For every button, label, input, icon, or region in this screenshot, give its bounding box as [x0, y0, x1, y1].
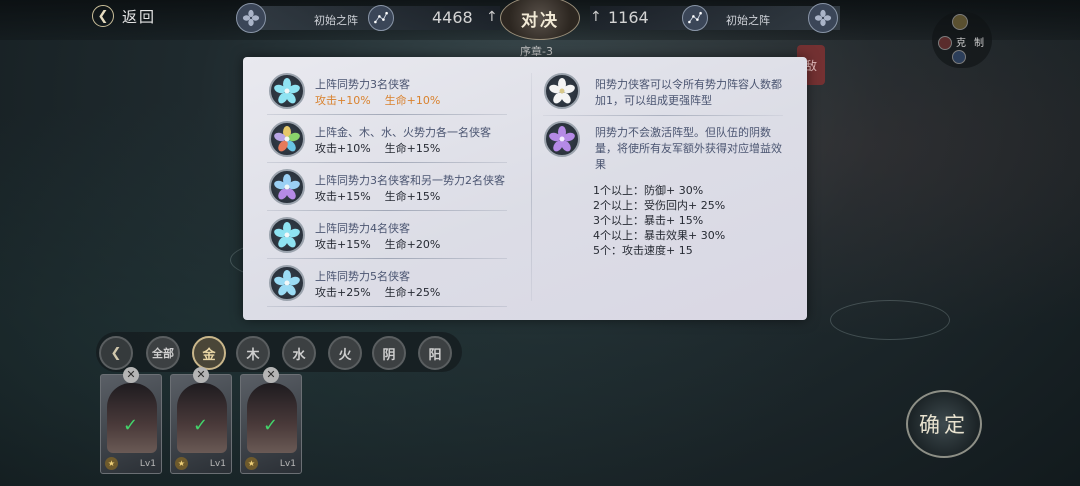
collapse-filter-button[interactable]: ❮: [99, 336, 133, 370]
hero-card[interactable]: ✓ ★ Lv1: [240, 374, 302, 474]
hero-level: Lv1: [209, 459, 226, 469]
flower-icon: [269, 121, 305, 157]
hp-bonus: 生命+15%: [384, 142, 441, 155]
bond-row: 上阵同势力3名侠客 攻击+10% 生命+10%: [267, 67, 507, 115]
yang-description: 阳势力侠客可以令所有势力阵容人数都加1，可以组成更强阵型: [595, 78, 782, 107]
attack-bonus: 攻击+10%: [315, 94, 371, 107]
player-power: 4468: [432, 8, 473, 27]
counter-label-a: 克: [956, 38, 966, 49]
hero-card[interactable]: ✓ ★ Lv1: [100, 374, 162, 474]
water-element-icon: [952, 50, 966, 64]
hp-bonus: 生命+10%: [384, 94, 441, 107]
player-formation-name: 初始之阵: [314, 14, 358, 27]
yin-flower-icon: [544, 121, 580, 157]
filter-water-button[interactable]: 水: [282, 336, 316, 370]
gold-element-icon: [952, 14, 968, 30]
filter-yin-button[interactable]: 阴: [372, 336, 406, 370]
bond-stats-active: 攻击+10% 生命+10%: [315, 92, 440, 108]
attack-bonus: 攻击+10%: [315, 142, 371, 155]
yin-effect: 2个以上：受伤回内+ 25%: [593, 199, 726, 212]
counter-label-b: 制: [974, 38, 984, 49]
enemy-team-panel: ↑ 1164 初始之阵: [590, 3, 840, 33]
bond-stats: 攻击+15% 生命+20%: [315, 236, 440, 252]
bond-title: 上阵同势力4名侠客: [315, 222, 410, 235]
hero-card[interactable]: ✓ ★ Lv1: [170, 374, 232, 474]
filter-yang-button[interactable]: 阳: [418, 336, 452, 370]
bond-title: 上阵同势力3名侠客: [315, 78, 410, 91]
flower-icon: [269, 169, 305, 205]
bond-row: 上阵同势力3名侠客和另一势力2名侠客 攻击+15% 生命+15%: [267, 163, 517, 211]
bond-title: 上阵金、木、水、火势力各一名侠客: [315, 126, 491, 139]
counter-panel[interactable]: 克 制: [932, 12, 992, 68]
attack-bonus: 攻击+15%: [315, 238, 371, 251]
player-formation-icon: [236, 3, 266, 33]
power-up-arrow-icon: ↑: [590, 9, 602, 25]
confirm-button[interactable]: 确定: [906, 390, 982, 458]
hero-level: Lv1: [139, 459, 156, 469]
power-up-arrow-icon: ↑: [486, 9, 498, 25]
hero-level: Lv1: [279, 459, 296, 469]
filter-metal-button[interactable]: 金: [192, 336, 226, 370]
metal-element-icon: ★: [175, 457, 188, 470]
enemy-formation-icon: [808, 3, 838, 33]
filter-all-button[interactable]: 全部: [146, 336, 180, 370]
yin-description: 阴势力不会激活阵型。但队伍的阴数量，将使所有友军额外获得对应增益效果: [595, 126, 782, 171]
yang-flower-icon: [544, 73, 580, 109]
faction-filter-bar: ❮ 全部 金 木 水 火 阴 阳: [96, 332, 462, 372]
back-label: 返回: [122, 7, 157, 26]
vs-emblem: 对决: [500, 0, 580, 40]
yin-effect: 1个以上：防御+ 30%: [593, 184, 704, 197]
hp-bonus: 生命+25%: [384, 286, 441, 299]
bond-stats: 攻击+15% 生命+15%: [315, 188, 440, 204]
bond-title: 上阵同势力5名侠客: [315, 270, 410, 283]
bond-row: 上阵金、木、水、火势力各一名侠客 攻击+10% 生命+15%: [267, 115, 507, 163]
attack-bonus: 攻击+15%: [315, 190, 371, 203]
bond-stats: 攻击+25% 生命+25%: [315, 284, 440, 300]
formation-bonus-dialog: 上阵同势力3名侠客 攻击+10% 生命+10% 上阵金、木、水、火势力各一名侠客 …: [243, 57, 807, 320]
yin-effect: 4个以上：暴击效果+ 30%: [593, 229, 726, 242]
bond-row: 上阵同势力5名侠客 攻击+25% 生命+25%: [267, 259, 507, 307]
filter-wood-button[interactable]: 木: [236, 336, 270, 370]
enemy-formation-name: 初始之阵: [726, 14, 770, 27]
constellation-icon: [368, 5, 394, 31]
enemy-power: 1164: [608, 8, 649, 27]
hp-bonus: 生命+20%: [384, 238, 441, 251]
metal-element-icon: ★: [105, 457, 118, 470]
flower-icon: [269, 265, 305, 301]
selected-check-icon: ✓: [193, 415, 209, 436]
constellation-icon: [682, 5, 708, 31]
attack-bonus: 攻击+25%: [315, 286, 371, 299]
bond-title: 上阵同势力3名侠客和另一势力2名侠客: [315, 174, 505, 187]
filter-fire-button[interactable]: 火: [328, 336, 362, 370]
player-team-panel: 初始之阵 4468 ↑: [236, 3, 500, 33]
fire-element-icon: [938, 36, 952, 50]
remove-hero-button[interactable]: ✕: [123, 367, 139, 383]
column-divider: [531, 73, 532, 301]
yin-effect: 3个以上：暴击+ 15%: [593, 214, 704, 227]
flower-icon: [269, 217, 305, 253]
bond-row: 上阵同势力4名侠客 攻击+15% 生命+20%: [267, 211, 507, 259]
hp-bonus: 生命+15%: [384, 190, 441, 203]
section-divider: [543, 115, 783, 116]
selected-check-icon: ✓: [263, 415, 279, 436]
remove-hero-button[interactable]: ✕: [193, 367, 209, 383]
back-button[interactable]: ❮ 返回: [92, 4, 156, 28]
remove-hero-button[interactable]: ✕: [263, 367, 279, 383]
row-divider: [267, 306, 507, 307]
top-bar: ❮ 返回 初始之阵 4468 ↑ 对决 ↑ 1164 初始之阵: [0, 0, 1080, 40]
bond-stats: 攻击+10% 生命+15%: [315, 140, 440, 156]
selected-check-icon: ✓: [123, 415, 139, 436]
ground-ring: [830, 300, 950, 340]
back-arrow-icon: ❮: [92, 5, 114, 27]
metal-element-icon: ★: [245, 457, 258, 470]
yin-effects-list: 1个以上：防御+ 30% 2个以上：受伤回内+ 25% 3个以上：暴击+ 15%…: [593, 183, 725, 258]
yin-effect: 5个：攻击速度+ 15: [593, 244, 693, 257]
flower-icon: [269, 73, 305, 109]
